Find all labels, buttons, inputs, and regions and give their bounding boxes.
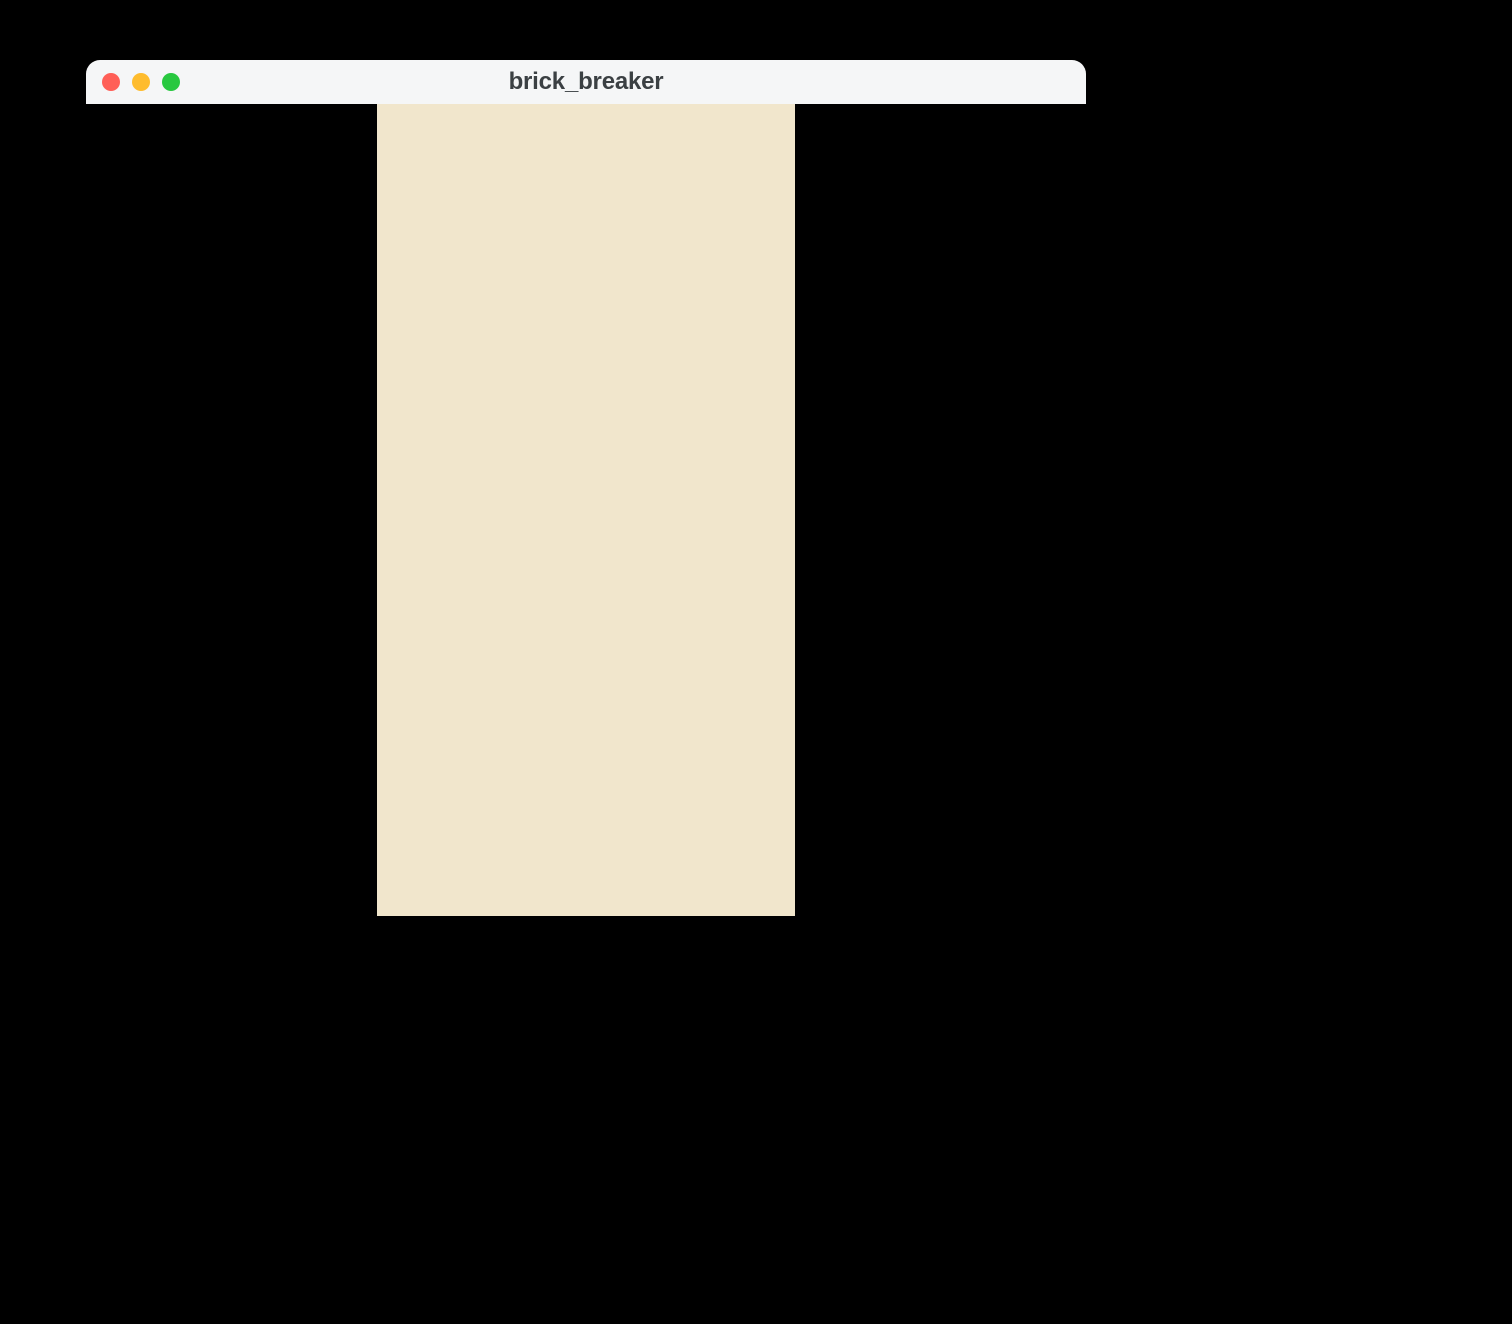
close-window-button[interactable] <box>102 73 120 91</box>
minimize-window-button[interactable] <box>132 73 150 91</box>
window-content <box>86 104 1086 916</box>
maximize-window-button[interactable] <box>162 73 180 91</box>
window-title: brick_breaker <box>86 68 1086 96</box>
game-canvas[interactable] <box>377 104 795 916</box>
window-traffic-lights <box>102 73 180 91</box>
window-titlebar[interactable]: brick_breaker <box>86 60 1086 104</box>
app-window: brick_breaker <box>86 60 1086 916</box>
